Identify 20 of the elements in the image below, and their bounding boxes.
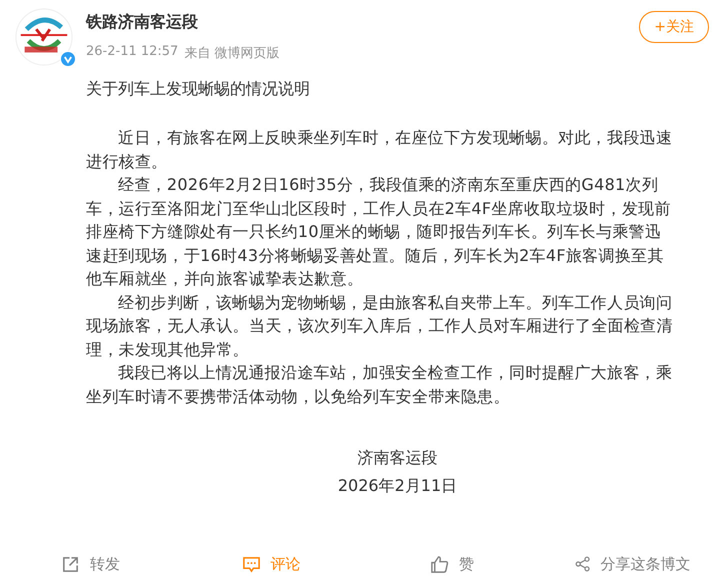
- post-paragraph: 我段已将以上情况通报沿途车站，加强安全检查工作，同时提醒广大旅客，乘坐列车时请不要携带活体动物，以免给列车安全带来隐患。: [86, 362, 674, 408]
- comment-icon: [242, 554, 261, 574]
- signature: 济南客运段: [356, 447, 438, 469]
- thumbs-up-icon: [430, 554, 449, 574]
- post-paragraph: 经初步判断，该蜥蜴为宠物蜥蜴，是由旅客私自夹带上车。列车工作人员询问现场旅客，无人承认。当天，该次列车入库后，工作人员对车厢进行了全面检查清理，未发现其他异常。: [86, 292, 674, 360]
- post-source: 来自 微博网页版: [184, 45, 280, 62]
- post-date: 2026年2月11日: [336, 475, 458, 497]
- repost-button[interactable]: 转发: [56, 552, 124, 576]
- share-arrow-icon: [60, 554, 80, 574]
- like-button[interactable]: 赞: [426, 552, 478, 576]
- post-paragraph: 近日，有旅客在网上反映乘坐列车时，在座位下方发现蜥蜴。对此，我段迅速进行核查。: [86, 127, 674, 172]
- logo-avatar[interactable]: [15, 8, 73, 66]
- post-paragraph: 经查，2026年2月2日16时35分，我段值乘的济南东至重庆西的G481次列车，运行至洛阳龙门至华山北区段时，工作人员在2车4F坐席收取垃圾时，发现前排座椅下方缝隙处有一只长约10厘米的蜥蜴，随即报告列车长。列车长与乘警迅速赶到现场，于16时43分将蜥蜴妥善处置。随后，列车长为2车4F旅客调换至其他车厢就坐，并向旅客诚挚表达歉意。: [86, 174, 672, 290]
- comment-button[interactable]: 评论: [238, 552, 305, 576]
- follow-button[interactable]: +关注: [639, 11, 709, 43]
- post-title: 关于列车上发现蜥蜴的情况说明: [86, 78, 311, 100]
- share-icon: [574, 556, 591, 572]
- author-name[interactable]: 铁路济南客运段: [86, 12, 640, 33]
- share-button[interactable]: 分享这条博文: [570, 552, 695, 576]
- post-time[interactable]: 26-2-11 12:57: [86, 44, 178, 62]
